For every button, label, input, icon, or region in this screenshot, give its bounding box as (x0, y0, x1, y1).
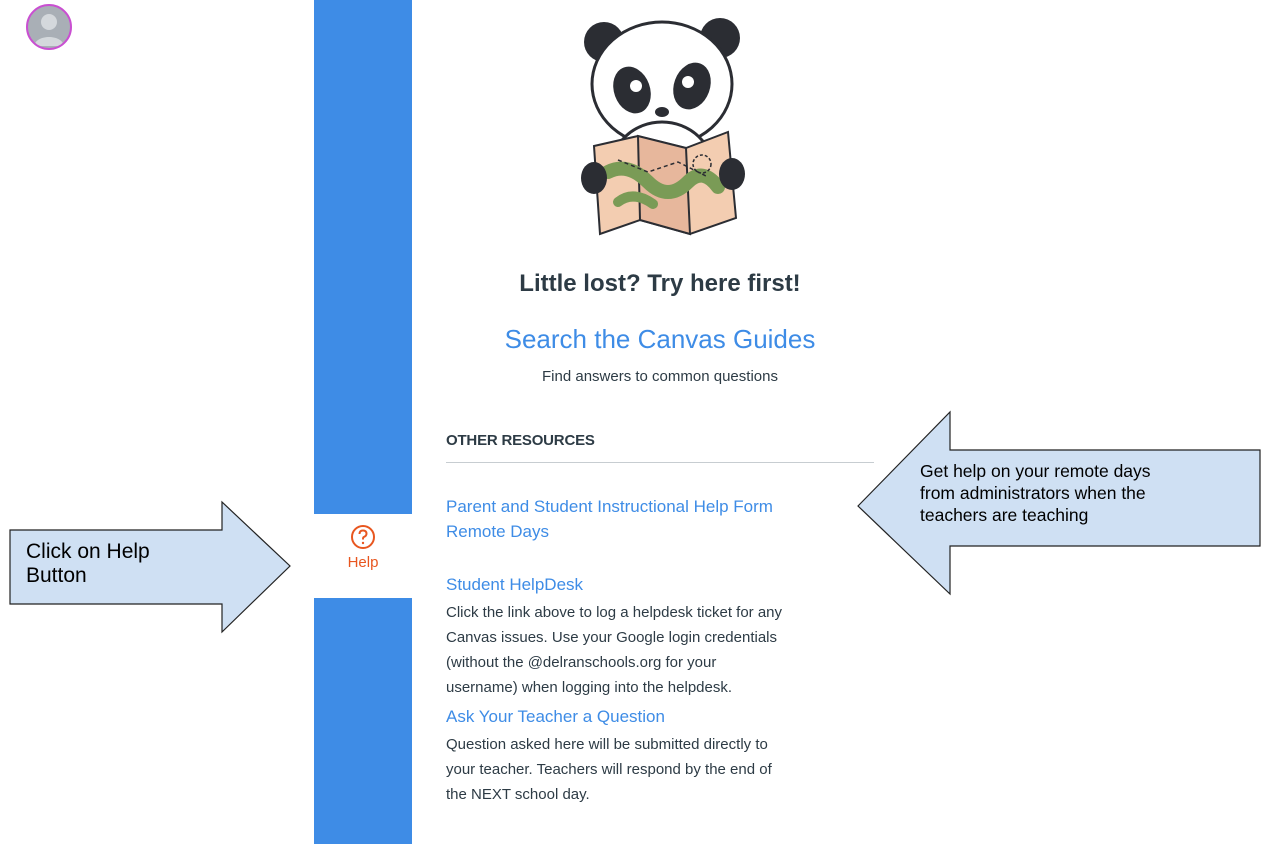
nav-label-studio: Studio (28, 466, 70, 483)
nav-item-calendar[interactable]: Calendar (0, 268, 98, 315)
right-callout-text: Get help on your remote days from admini… (920, 460, 1151, 526)
help-screenshot: Account Dashboard Courses Calendar Inbox… (0, 0, 1265, 844)
link-line: Parent and Student Instructional Help Fo… (446, 497, 773, 516)
nav-item-account[interactable]: Account (0, 4, 98, 69)
ask-teacher-description: Question asked here will be submitted di… (446, 732, 876, 807)
parent-student-help-form-link[interactable]: Parent and Student Instructional Help Fo… (446, 494, 773, 544)
tray-title: Little lost? Try here first! (519, 270, 801, 297)
book-icon (39, 188, 59, 212)
speedometer-icon (38, 111, 60, 127)
nav-item-dashboard[interactable]: Dashboard (0, 102, 98, 149)
desc-line: Click the link above to log a helpdesk t… (446, 604, 783, 621)
nav-label-courses: Courses (21, 216, 77, 233)
panda-illustration (581, 18, 745, 236)
left-callout-text: Click on Help Button (26, 540, 150, 588)
desc-line: the NEXT school day. (446, 786, 590, 803)
global-nav (314, 0, 412, 844)
callout-line: Get help on your remote days (920, 461, 1151, 481)
nav-label-help: Help (347, 554, 379, 571)
desc-line: Question asked here will be submitted di… (446, 736, 768, 753)
other-resources-heading: OTHER RESOURCES (446, 432, 595, 449)
nav-item-inbox[interactable]: Inbox (0, 354, 98, 401)
guides-subtitle: Find answers to common questions (542, 368, 778, 385)
nav-label-account: Account (22, 52, 76, 69)
link-line: Remote Days (446, 522, 549, 541)
callout-line: from administrators when the (920, 483, 1146, 503)
calendar-icon (38, 270, 60, 294)
desc-line: (without the @delranschools.org for your (446, 654, 717, 671)
desc-line: username) when logging into the helpdesk… (446, 679, 733, 696)
resources-divider (446, 462, 874, 463)
desc-line: your teacher. Teachers will respond by t… (446, 761, 772, 778)
avatar (26, 4, 72, 50)
ask-teacher-link[interactable]: Ask Your Teacher a Question (446, 704, 665, 729)
nav-label-inbox: Inbox (31, 384, 67, 401)
inbox-icon (38, 355, 60, 380)
studio-icon (38, 438, 60, 461)
desc-line: Canvas issues. Use your Google login cre… (446, 629, 778, 646)
callout-line: teachers are teaching (920, 505, 1089, 525)
student-helpdesk-link[interactable]: Student HelpDesk (446, 572, 583, 597)
student-helpdesk-description: Click the link above to log a helpdesk t… (446, 600, 876, 700)
search-canvas-guides-link[interactable]: Search the Canvas Guides (440, 324, 880, 355)
callout-line: Button (26, 564, 87, 587)
question-circle-icon (351, 525, 375, 549)
nav-item-help[interactable]: Help (314, 524, 412, 571)
nav-label-dashboard: Dashboard (13, 132, 85, 149)
callout-line: Click on Help (26, 540, 150, 563)
nav-item-courses[interactable]: Courses (0, 186, 98, 233)
nav-label-calendar: Calendar (19, 298, 79, 315)
nav-item-studio[interactable]: Studio (0, 436, 98, 483)
